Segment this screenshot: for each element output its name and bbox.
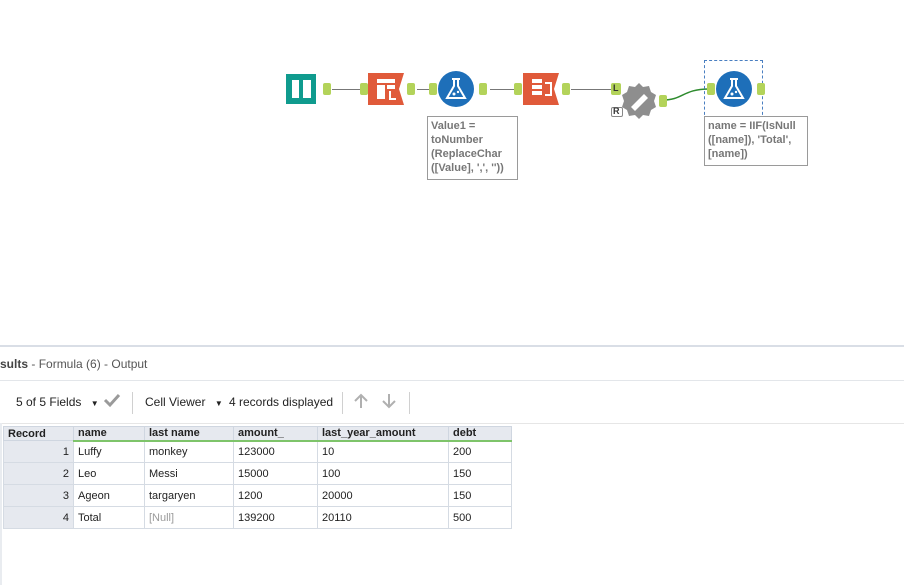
formula-annotation-2: name = IIF(IsNull ([name]), 'Total', [na…	[704, 116, 808, 166]
input-data-icon	[286, 74, 316, 104]
record-number: 4	[3, 506, 74, 529]
column-header-record[interactable]: Record	[3, 426, 74, 441]
table-row[interactable]: 4 Total [Null] 139200 20110 500	[3, 506, 512, 529]
input-data-tool[interactable]	[283, 71, 319, 107]
table-cell[interactable]: 123000	[233, 440, 318, 463]
input-anchor[interactable]	[707, 83, 715, 95]
summarize-tool[interactable]	[620, 82, 658, 120]
checkmark-icon[interactable]	[103, 391, 121, 412]
chevron-down-icon: ▼	[214, 399, 223, 408]
column-header-name[interactable]: name	[73, 426, 145, 442]
formula-flask-icon	[716, 71, 752, 107]
table-cell[interactable]: 150	[448, 484, 512, 507]
results-left-edge	[0, 423, 2, 585]
column-header-last-year-amount[interactable]: last_year_amount	[317, 426, 449, 442]
results-title-bold: sults	[0, 357, 29, 371]
column-header-debt[interactable]: debt	[448, 426, 512, 442]
annotation-line: toNumber	[431, 134, 483, 146]
record-number: 2	[3, 462, 74, 485]
formula-annotation-1: Value1 = toNumber (ReplaceChar ([Value],…	[427, 116, 518, 180]
input-anchor[interactable]	[360, 83, 368, 95]
arrow-up-icon[interactable]	[352, 392, 370, 413]
toolbar-divider	[342, 392, 343, 414]
annotation-line: ([name]), 'Total',	[708, 134, 792, 146]
anchor-label-l: L	[613, 83, 619, 93]
toolbar-divider	[409, 392, 410, 414]
output-anchor[interactable]	[659, 95, 667, 107]
annotation-line: [name])	[708, 148, 748, 160]
table-row[interactable]: 2 Leo Messi 15000 100 150	[3, 462, 512, 485]
table-cell[interactable]: targaryen	[144, 484, 234, 507]
arrow-down-icon[interactable]	[380, 392, 398, 413]
cell-viewer-selector[interactable]: Cell Viewer ▼	[145, 395, 223, 409]
toolbar-divider	[132, 392, 133, 414]
cell-viewer-label: Cell Viewer	[145, 395, 206, 409]
transpose-tool[interactable]	[523, 71, 559, 107]
table-cell[interactable]: Leo	[73, 462, 145, 485]
record-number: 3	[3, 484, 74, 507]
table-cell[interactable]: 500	[448, 506, 512, 529]
table-cell-null[interactable]: [Null]	[144, 506, 234, 529]
table-cell[interactable]: 10	[317, 440, 449, 463]
connection-wire	[571, 89, 613, 90]
table-cell[interactable]: 200	[448, 440, 512, 463]
column-header-last-name[interactable]: last name	[144, 426, 234, 442]
table-cell[interactable]: 100	[317, 462, 449, 485]
fields-selector[interactable]: 5 of 5 Fields ▼	[16, 395, 99, 409]
formula-tool[interactable]	[437, 70, 475, 108]
table-header-row: Record name last name amount_ last_year_…	[3, 426, 512, 442]
formula-tool[interactable]	[715, 70, 753, 108]
results-title: sults - Formula (6) - Output	[0, 357, 147, 371]
table-row[interactable]: 1 Luffy monkey 123000 10 200	[3, 440, 512, 463]
output-anchor[interactable]	[562, 83, 570, 95]
table-cell[interactable]: Luffy	[73, 440, 145, 463]
text-to-columns-tool[interactable]	[368, 71, 404, 107]
input-anchor[interactable]	[429, 83, 437, 95]
fields-label: 5 of 5 Fields	[16, 395, 82, 409]
table-cell[interactable]: Total	[73, 506, 145, 529]
table-cell[interactable]: 139200	[233, 506, 318, 529]
output-anchor[interactable]	[479, 83, 487, 95]
table-cell[interactable]: Ageon	[73, 484, 145, 507]
output-anchor[interactable]	[407, 83, 415, 95]
input-anchor[interactable]	[514, 83, 522, 95]
annotation-line: ([Value], ',', ''))	[431, 162, 504, 174]
table-cell[interactable]: 20110	[317, 506, 449, 529]
output-anchor[interactable]	[323, 83, 331, 95]
table-cell[interactable]: 20000	[317, 484, 449, 507]
table-cell[interactable]: 150	[448, 462, 512, 485]
records-count: 4 records displayed	[229, 395, 334, 409]
formula-flask-icon	[438, 71, 474, 107]
anchor-label-r: R	[613, 106, 620, 116]
workflow-canvas[interactable]: L R Value1 = toNumber (ReplaceChar ([Val…	[0, 0, 904, 345]
results-header: sults - Formula (6) - Output	[0, 347, 904, 381]
table-row[interactable]: 3 Ageon targaryen 1200 20000 150	[3, 484, 512, 507]
results-title-source: - Formula (6) - Output	[31, 357, 148, 371]
annotation-line: name = IIF(IsNull	[708, 120, 796, 132]
chevron-down-icon: ▼	[90, 399, 99, 408]
table-cell[interactable]: 15000	[233, 462, 318, 485]
table-cell[interactable]: Messi	[144, 462, 234, 485]
transpose-icon	[523, 73, 559, 105]
output-anchor[interactable]	[757, 83, 765, 95]
summarize-icon	[622, 83, 656, 119]
results-table: Record name last name amount_ last_year_…	[3, 426, 512, 529]
annotation-line: (ReplaceChar	[431, 148, 502, 160]
record-number: 1	[3, 440, 74, 463]
text-to-columns-icon	[368, 73, 404, 105]
results-toolbar: 5 of 5 Fields ▼ Cell Viewer ▼ 4 records …	[0, 381, 904, 424]
column-header-amount[interactable]: amount_	[233, 426, 318, 442]
annotation-line: Value1 =	[431, 120, 476, 132]
table-cell[interactable]: monkey	[144, 440, 234, 463]
table-cell[interactable]: 1200	[233, 484, 318, 507]
